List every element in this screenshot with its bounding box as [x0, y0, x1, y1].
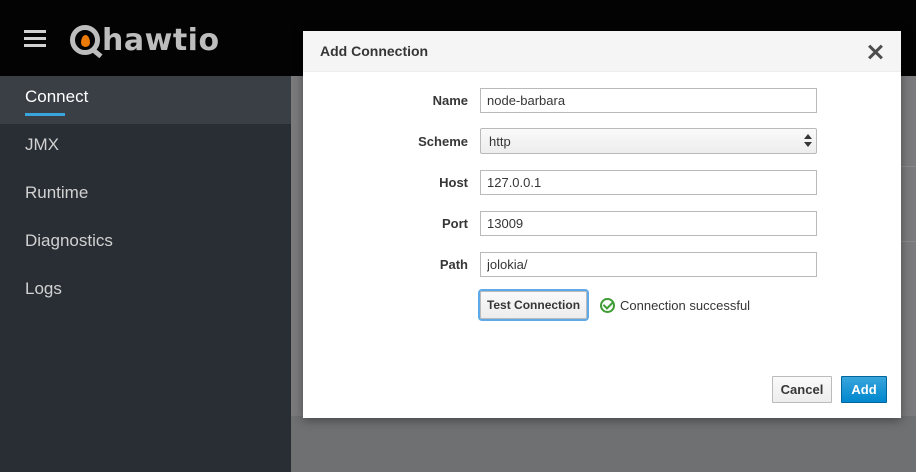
logo-flame-icon — [81, 35, 90, 47]
dialog-title: Add Connection — [320, 43, 429, 59]
sidebar-item-connect[interactable]: Connect — [0, 76, 291, 124]
scheme-select[interactable]: http — [480, 128, 817, 154]
add-connection-dialog: Add Connection Name Scheme http Host Por… — [303, 31, 901, 418]
logo-magnifier-icon — [70, 25, 100, 55]
port-label: Port — [442, 216, 468, 231]
host-label: Host — [439, 175, 468, 190]
sidebar-item-label: Runtime — [25, 183, 89, 202]
host-field[interactable] — [480, 170, 817, 195]
sidebar-item-diagnostics[interactable]: Diagnostics — [0, 220, 291, 268]
scheme-label: Scheme — [418, 134, 468, 149]
sidebar-item-logs[interactable]: Logs — [0, 268, 291, 316]
cancel-button[interactable]: Cancel — [772, 376, 832, 403]
sidebar-item-jmx[interactable]: JMX — [0, 124, 291, 172]
sidebar: Connect JMX Runtime Diagnostics Logs — [0, 76, 291, 472]
sidebar-item-label: Diagnostics — [25, 231, 113, 250]
port-field[interactable] — [480, 211, 817, 236]
select-caret-icon — [804, 134, 812, 148]
sidebar-item-label: Connect — [25, 87, 89, 106]
check-circle-icon — [600, 297, 615, 313]
name-label: Name — [432, 93, 468, 108]
status-text: Connection successful — [620, 297, 751, 313]
dialog-header: Add Connection — [303, 31, 901, 72]
path-field[interactable] — [480, 252, 817, 277]
sidebar-item-label: JMX — [25, 135, 59, 154]
scheme-selected-value: http — [489, 134, 511, 149]
sidebar-item-runtime[interactable]: Runtime — [0, 172, 291, 220]
hamburger-menu-icon[interactable] — [24, 30, 46, 48]
name-field[interactable] — [480, 88, 817, 113]
close-icon[interactable] — [865, 42, 885, 62]
logo-text: hawtio — [102, 22, 220, 58]
active-indicator — [25, 113, 65, 116]
test-connection-button[interactable]: Test Connection — [480, 291, 587, 319]
sidebar-item-label: Logs — [25, 279, 62, 298]
hawtio-logo[interactable]: hawtio — [70, 20, 220, 60]
connection-status: Connection successful — [600, 296, 750, 314]
path-label: Path — [439, 257, 468, 272]
add-button[interactable]: Add — [841, 376, 887, 403]
